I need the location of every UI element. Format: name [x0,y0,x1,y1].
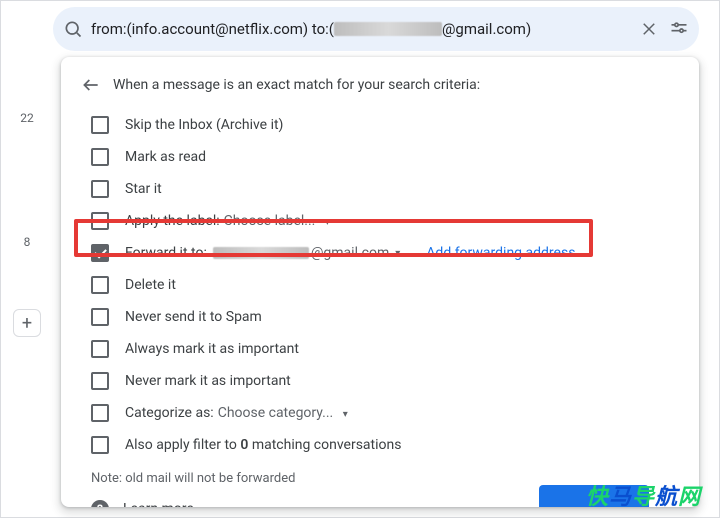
search-icon [63,19,83,39]
note-text: Note: old mail will not be forwarded [81,471,679,486]
dropdown-forward-address[interactable]: @gmail.com ▾ [211,245,400,261]
left-rail: 22 8 + [1,61,53,517]
dropdown-category[interactable]: Choose category... ▾ [218,405,348,421]
row-also-apply: Also apply filter to 0 matching conversa… [81,429,679,461]
dropdown-label[interactable]: Choose label... ▾ [224,213,330,229]
search-suffix: @gmail.com) [442,20,531,38]
row-always-important: Always mark it as important [81,333,679,365]
compose-button[interactable]: + [13,309,41,337]
apply-text-c: matching conversations [248,437,401,453]
checkbox-archive[interactable] [91,116,109,134]
dropdown-label-value: Choose label... [224,213,316,229]
checkbox-forward[interactable] [91,244,109,262]
label-never-important: Never mark it as important [125,373,291,389]
label-never-spam: Never send it to Spam [125,309,262,325]
checkbox-never-spam[interactable] [91,308,109,326]
checkbox-always-important[interactable] [91,340,109,358]
row-apply-label: Apply the label: Choose label... ▾ [81,205,679,237]
clear-search-button[interactable] [639,19,659,39]
search-options-button[interactable] [669,19,689,39]
rail-count-1: 22 [20,111,34,125]
chevron-down-icon: ▾ [343,409,348,420]
label-delete: Delete it [125,277,176,293]
panel-title: When a message is an exact match for you… [113,77,480,93]
row-categorize: Categorize as: Choose category... ▾ [81,397,679,429]
help-icon: ? [91,500,109,507]
chevron-down-icon: ▾ [325,217,330,228]
label-also-apply: Also apply filter to 0 matching conversa… [125,437,401,453]
checkbox-delete[interactable] [91,276,109,294]
redacted-forward-address [213,247,309,259]
row-forward: Forward it to: @gmail.com ▾ Add forwardi… [81,237,679,269]
checkbox-apply-label[interactable] [91,212,109,230]
forward-domain: @gmail.com [311,245,389,261]
checkbox-mark-read[interactable] [91,148,109,166]
label-forward: Forward it to: [125,245,207,261]
row-never-spam: Never send it to Spam [81,301,679,333]
row-never-important: Never mark it as important [81,365,679,397]
filter-action-panel: When a message is an exact match for you… [61,57,699,507]
back-button[interactable] [81,75,109,95]
search-bar[interactable]: from:(info.account@netflix.com) to:( @gm… [53,7,699,51]
row-archive: Skip the Inbox (Archive it) [81,109,679,141]
row-star: Star it [81,173,679,205]
apply-text-a: Also apply filter to [125,437,240,453]
checkbox-also-apply[interactable] [91,436,109,454]
checkbox-categorize[interactable] [91,404,109,422]
checkbox-never-important[interactable] [91,372,109,390]
row-delete: Delete it [81,269,679,301]
redacted-to-address [334,22,442,36]
search-prefix: from:(info.account@netflix.com) to:( [91,20,334,38]
search-query[interactable]: from:(info.account@netflix.com) to:( @gm… [83,20,639,38]
chevron-down-icon: ▾ [395,248,400,259]
checkbox-star[interactable] [91,180,109,198]
label-always-important: Always mark it as important [125,341,299,357]
row-mark-read: Mark as read [81,141,679,173]
label-star: Star it [125,181,162,197]
label-mark-read: Mark as read [125,149,206,165]
learn-more-label: Learn more [123,501,194,507]
create-filter-button[interactable] [539,485,649,507]
label-archive: Skip the Inbox (Archive it) [125,117,283,133]
add-forwarding-address-link[interactable]: Add forwarding address [426,245,575,261]
rail-count-2: 8 [24,235,31,249]
dropdown-category-value: Choose category... [218,405,334,421]
label-categorize: Categorize as: [125,405,214,421]
label-apply-label: Apply the label: [125,213,220,229]
